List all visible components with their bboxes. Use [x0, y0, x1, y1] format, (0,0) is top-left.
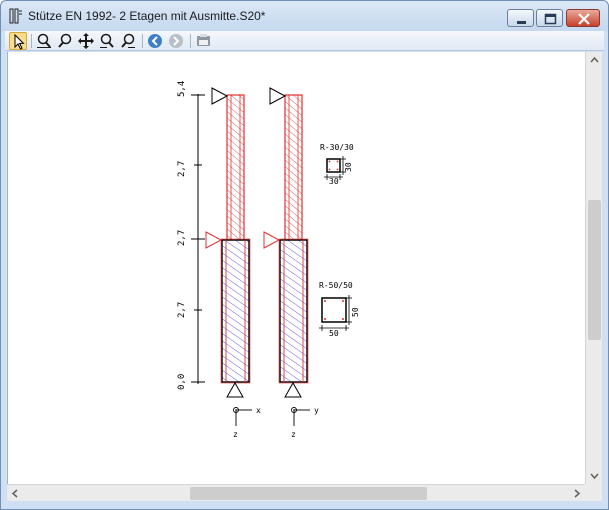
close-button[interactable]: [566, 9, 600, 27]
horizontal-scrollbar[interactable]: [7, 484, 585, 501]
scroll-right-icon[interactable]: [568, 485, 585, 502]
title-bar[interactable]: Stütze EN 1992- 2 Etagen mit Ausmitte.S2…: [1, 1, 608, 31]
support-triangle-mid-right: [263, 231, 281, 249]
axis-label-x: x: [256, 406, 261, 415]
zoom-in-icon[interactable]: [98, 32, 116, 50]
column-left[interactable]: [220, 94, 251, 384]
print-preview-icon[interactable]: [195, 32, 213, 50]
height-tick-label: 2,7: [177, 302, 187, 318]
vertical-scrollbar[interactable]: [585, 52, 602, 484]
zoom-icon[interactable]: [56, 32, 74, 50]
axis-label-z: z: [291, 430, 296, 439]
axis-label-z: z: [233, 430, 238, 439]
support-triangle-bottom-left: [226, 381, 244, 398]
section-upper-width: 30: [329, 177, 339, 186]
scroll-down-icon[interactable]: [586, 467, 603, 484]
support-triangle-top-left: [211, 87, 229, 105]
height-tick-label: 5,4: [177, 81, 187, 97]
drawing-canvas[interactable]: 5,4 2,7 2,7 2,7 0,0 R-30/30 30 30 R-50/5…: [7, 52, 585, 484]
toolbar: [5, 31, 604, 51]
back-icon[interactable]: [146, 32, 164, 50]
section-label-lower: R-50/50: [319, 281, 353, 290]
toolbar-separator: [31, 34, 32, 48]
support-triangle-top-right: [269, 87, 287, 105]
minimize-button[interactable]: [507, 9, 534, 27]
axis-symbol-right: [291, 407, 310, 426]
axis-label-y: y: [314, 406, 319, 415]
axis-symbol-left: [233, 407, 252, 426]
forward-icon[interactable]: [167, 32, 185, 50]
section-upper-height: 30: [344, 162, 353, 172]
select-arrow-icon[interactable]: [9, 32, 27, 50]
scrollbar-corner: [585, 484, 602, 501]
zoom-extents-icon[interactable]: [35, 32, 53, 50]
app-icon: [9, 8, 23, 24]
window-title: Stütze EN 1992- 2 Etagen mit Ausmitte.S2…: [28, 9, 266, 23]
height-axis: [191, 94, 205, 384]
window-bottom-border: [1, 501, 608, 509]
column-right[interactable]: [278, 94, 309, 384]
support-triangle-mid-left: [205, 231, 223, 249]
toolbar-separator: [142, 34, 143, 48]
scroll-up-icon[interactable]: [586, 52, 603, 69]
scroll-left-icon[interactable]: [7, 485, 24, 502]
section-lower[interactable]: [319, 295, 352, 331]
section-lower-width: 50: [329, 329, 339, 338]
height-tick-label: 0,0: [177, 374, 187, 390]
support-triangle-bottom-right: [284, 381, 302, 398]
height-tick-label: 2,7: [177, 161, 187, 177]
application-window: Stütze EN 1992- 2 Etagen mit Ausmitte.S2…: [0, 0, 609, 510]
pan-icon[interactable]: [77, 32, 95, 50]
maximize-button[interactable]: [536, 9, 563, 27]
vertical-scroll-thumb[interactable]: [588, 200, 601, 340]
horizontal-scroll-thumb[interactable]: [190, 487, 427, 500]
height-tick-label: 2,7: [177, 230, 187, 246]
section-lower-height: 50: [351, 307, 360, 317]
section-label-upper: R-30/30: [320, 143, 354, 152]
zoom-out-icon[interactable]: [119, 32, 137, 50]
toolbar-separator: [190, 34, 191, 48]
